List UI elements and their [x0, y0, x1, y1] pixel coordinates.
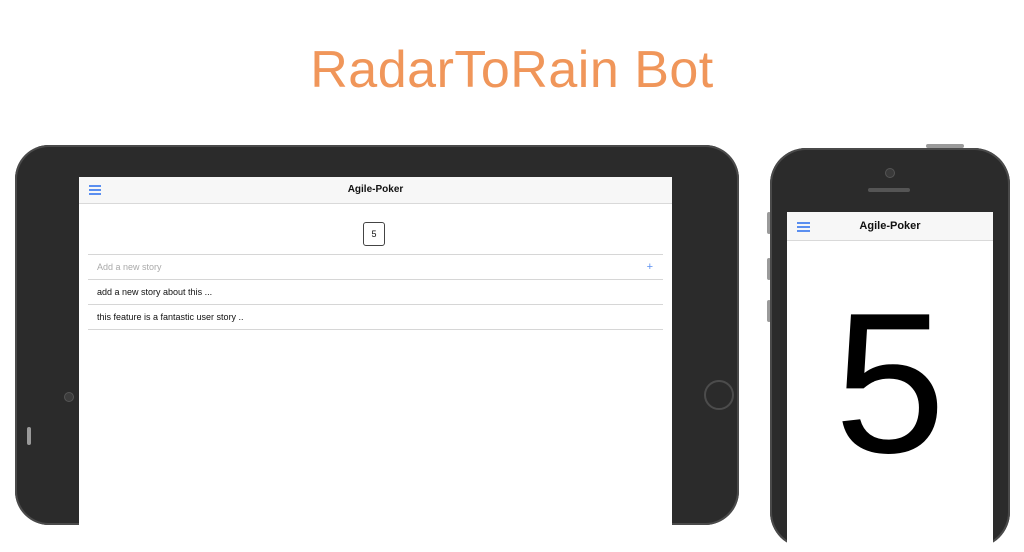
selected-card-area: 5 [79, 204, 672, 254]
new-story-input[interactable] [97, 262, 597, 272]
tablet-screen: Agile-Poker 5 + add a new story about th… [79, 177, 672, 537]
phone-camera [885, 168, 895, 178]
tablet-home-button[interactable] [704, 380, 734, 410]
story-list-item[interactable]: this feature is a fantastic user story .… [88, 304, 663, 330]
tablet-nav-bar: Agile-Poker [79, 177, 672, 204]
story-list-item[interactable]: add a new story about this ... [88, 279, 663, 304]
phone-nav-bar: Agile-Poker [787, 212, 993, 241]
tablet-camera [64, 392, 74, 402]
phone-screen: Agile-Poker 5 [787, 212, 993, 552]
tablet-nav-title: Agile-Poker [347, 184, 404, 195]
selected-card[interactable]: 5 [363, 222, 385, 246]
new-story-row: + [88, 254, 663, 279]
phone-nav-title: Agile-Poker [859, 220, 921, 232]
big-card-value[interactable]: 5 [787, 284, 993, 484]
page-headline: RadarToRain Bot [310, 41, 714, 99]
tablet-device: Agile-Poker 5 + add a new story about th… [15, 145, 739, 537]
add-story-button[interactable]: + [647, 255, 653, 279]
phone-device: Agile-Poker 5 [770, 148, 1010, 552]
tablet-side-button [27, 427, 31, 445]
phone-speaker [868, 188, 910, 192]
